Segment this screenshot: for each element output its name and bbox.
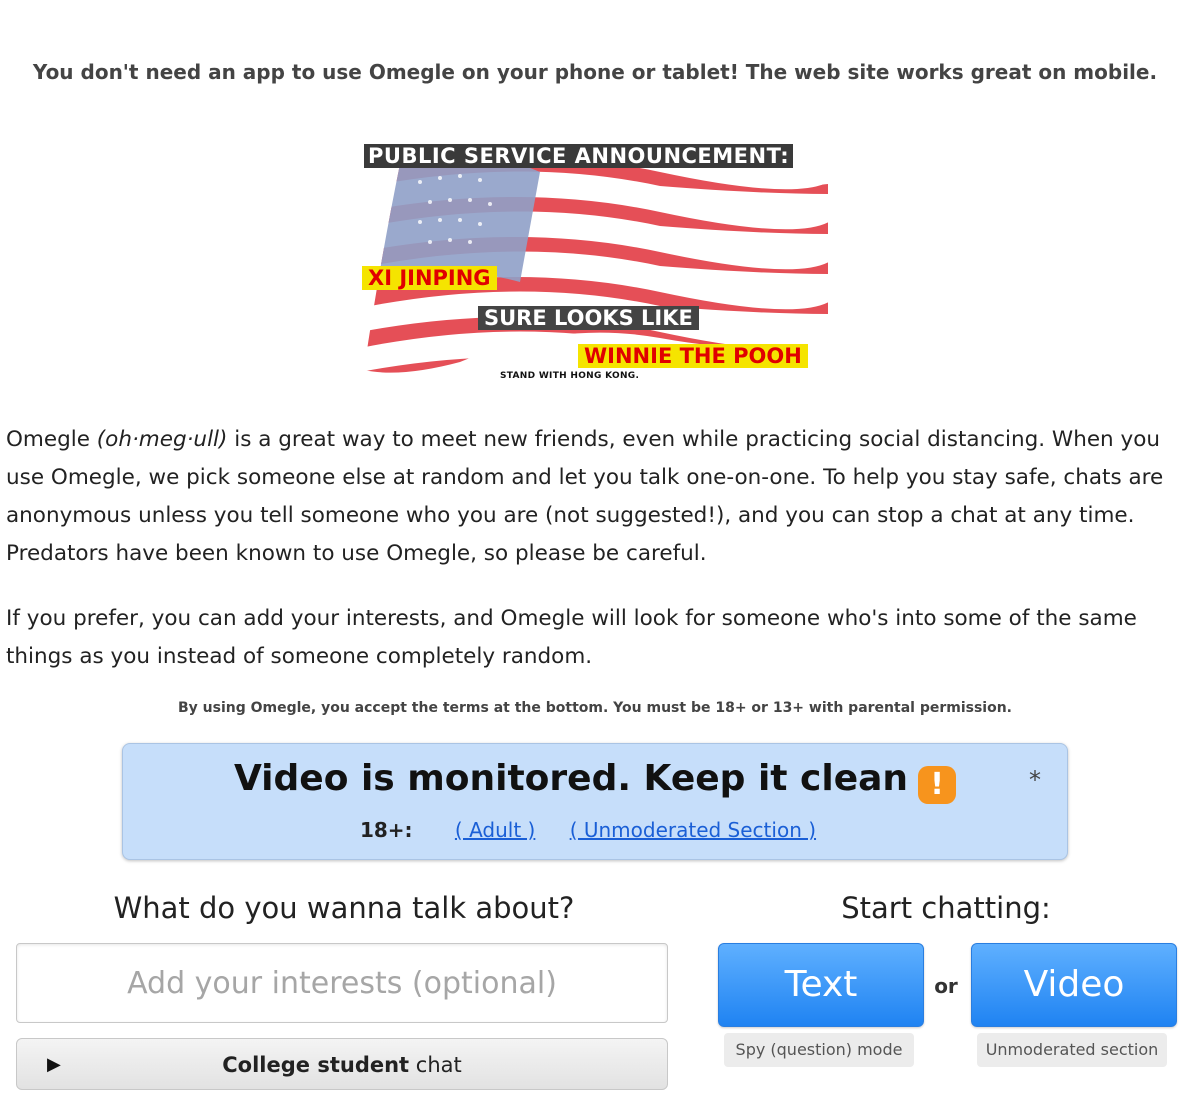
mobile-note: You don't need an app to use Omegle on y… bbox=[32, 60, 1158, 84]
or-separator: or bbox=[934, 974, 958, 998]
intro-pronunciation: (oh·meg·ull) bbox=[96, 427, 228, 452]
asterisk-note: * bbox=[1029, 766, 1041, 794]
interests-heading: What do you wanna talk about? bbox=[113, 891, 575, 925]
monitoring-notice: Video is monitored. Keep it clean! * 18+… bbox=[122, 743, 1068, 860]
college-label-rest: chat bbox=[409, 1053, 462, 1077]
intro-paragraph: Omegle (oh·meg·ull) is a great way to me… bbox=[6, 421, 1186, 573]
unmoderated-section-button[interactable]: Unmoderated section bbox=[977, 1033, 1167, 1067]
psa-line-xi-jinping: XI JINPING bbox=[362, 266, 497, 290]
video-chat-button[interactable]: Video bbox=[971, 943, 1177, 1027]
adult-link[interactable]: ( Adult ) bbox=[455, 818, 535, 842]
adult-links: 18+: ( Adult ) ( Unmoderated Section ) bbox=[123, 818, 1067, 842]
psa-banner: PUBLIC SERVICE ANNOUNCEMENT: XI JINPING … bbox=[360, 142, 832, 382]
start-chatting-heading: Start chatting: bbox=[841, 891, 1051, 925]
text-chat-button[interactable]: Text bbox=[718, 943, 924, 1027]
age-label: 18+: bbox=[359, 818, 413, 842]
psa-line-sure-looks-like: SURE LOOKS LIKE bbox=[478, 306, 699, 330]
spy-mode-link[interactable]: Spy (question) mode bbox=[724, 1033, 914, 1067]
psa-hong-kong-note: STAND WITH HONG KONG. bbox=[500, 371, 640, 381]
play-triangle-icon: ▶ bbox=[47, 1054, 61, 1075]
interests-input[interactable] bbox=[16, 943, 668, 1023]
college-label-bold: College student bbox=[222, 1053, 410, 1077]
psa-title: PUBLIC SERVICE ANNOUNCEMENT: bbox=[364, 144, 794, 168]
unmoderated-section-link[interactable]: ( Unmoderated Section ) bbox=[570, 818, 816, 842]
college-student-chat-button[interactable]: ▶ College student chat bbox=[16, 1038, 668, 1090]
terms-note: By using Omegle, you accept the terms at… bbox=[177, 700, 1013, 716]
intro-lead: Omegle bbox=[6, 427, 97, 452]
interests-paragraph: If you prefer, you can add your interest… bbox=[6, 606, 1137, 669]
omegle-home: You don't need an app to use Omegle on y… bbox=[0, 0, 1200, 1112]
monitoring-title: Video is monitored. Keep it clean! bbox=[123, 758, 1067, 804]
warning-icon: ! bbox=[918, 766, 957, 804]
psa-line-winnie-the-pooh: WINNIE THE POOH bbox=[578, 344, 808, 368]
monitoring-title-text: Video is monitored. Keep it clean bbox=[233, 758, 909, 799]
